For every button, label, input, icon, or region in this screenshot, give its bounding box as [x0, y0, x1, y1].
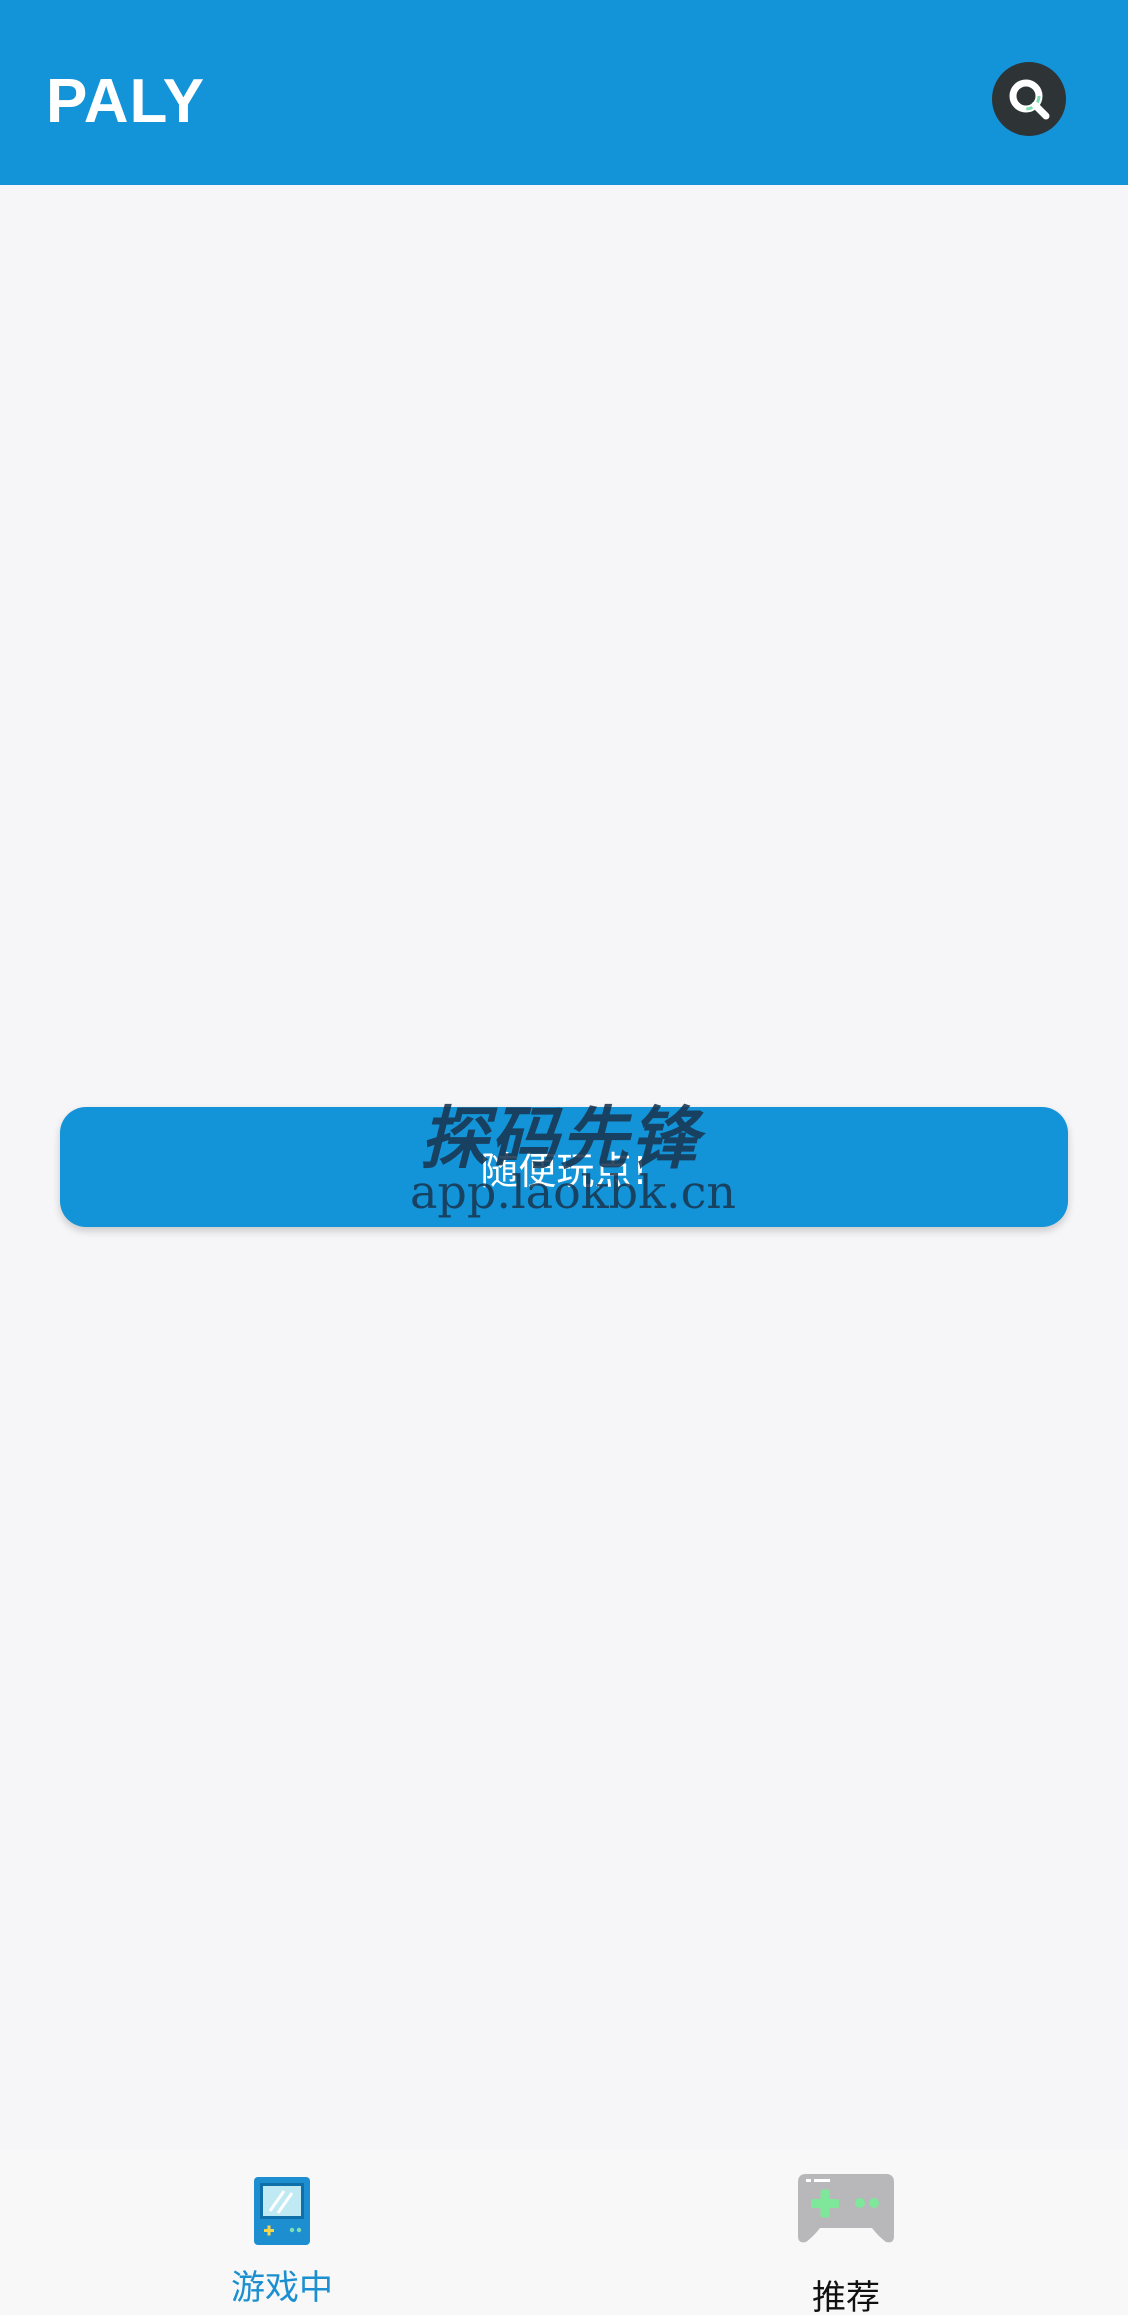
bottom-navigation: 游戏中 推荐 — [0, 2150, 1128, 2315]
nav-label-playing: 游戏中 — [231, 2268, 333, 2308]
nav-item-playing[interactable]: 游戏中 — [0, 2150, 564, 2315]
nav-item-recommend[interactable]: 推荐 — [564, 2150, 1128, 2315]
gamepad-icon — [798, 2174, 894, 2243]
random-play-button[interactable]: 随便玩点! — [60, 1107, 1068, 1227]
search-button[interactable] — [992, 62, 1066, 136]
search-icon — [1009, 79, 1050, 120]
top-app-bar: PALY — [0, 0, 1128, 185]
nav-label-recommend: 推荐 — [812, 2278, 880, 2315]
main-content: 随便玩点! 探码先锋 app.laokbk.cn — [0, 185, 1128, 2150]
app-title: PALY — [46, 67, 206, 136]
app-screen: PALY 随便玩点! 探码先锋 app.laokbk.cn 游戏中 推荐 — [0, 0, 1128, 2315]
handheld-console-icon — [254, 2177, 310, 2245]
